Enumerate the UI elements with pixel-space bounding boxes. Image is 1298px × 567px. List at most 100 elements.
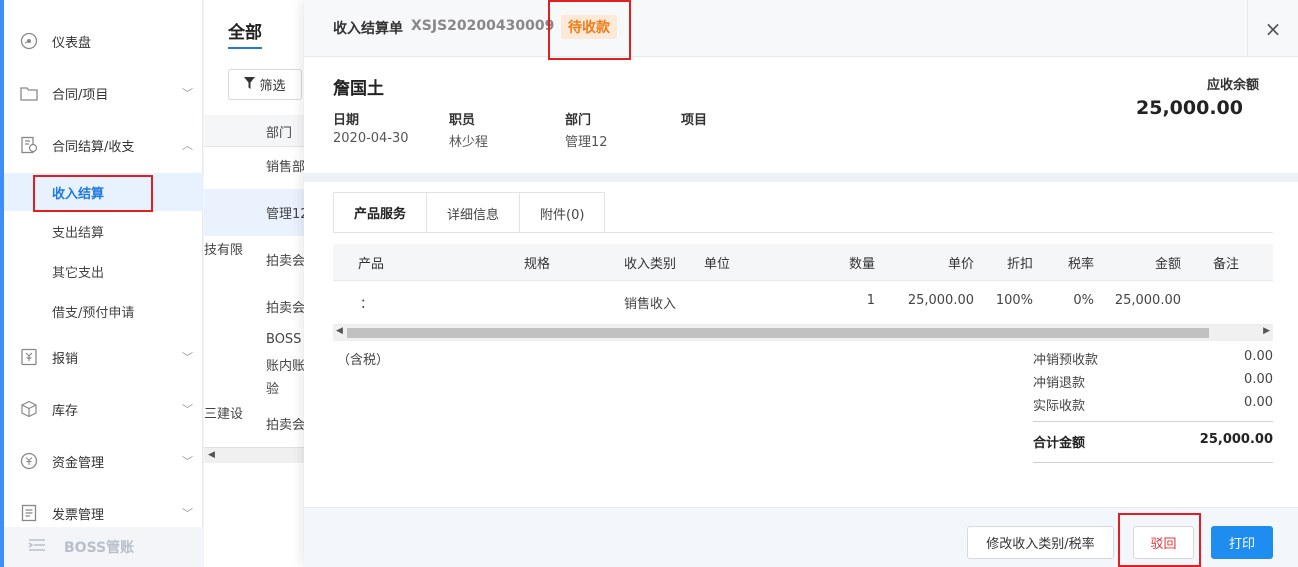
list-horizontal-scrollbar[interactable]: ◀ — [204, 447, 304, 463]
sidebar-item-reimburse[interactable]: 报销 ﹀ — [4, 343, 203, 371]
sidebar-subitem-expense[interactable]: 支出结算 — [4, 212, 203, 250]
list-panel: 全部 筛选 部门 销售部 管理12 拍卖会 拍卖会 BOSS 账内账 验 拍卖会… — [204, 0, 309, 567]
sidebar-item-label: 库存 — [52, 403, 79, 419]
close-button[interactable]: × — [1247, 0, 1298, 57]
chevron-up-icon: ︿ — [182, 139, 193, 152]
section-divider — [304, 173, 1298, 182]
list-cell-fragment: 技有限 — [204, 243, 244, 258]
tab-details[interactable]: 详细信息 — [426, 192, 521, 233]
tab-all[interactable]: 全部 — [228, 18, 262, 43]
filter-button[interactable]: 筛选 — [228, 69, 302, 100]
list-cell[interactable]: 销售部 — [266, 156, 305, 175]
column-header: 金额 — [1154, 257, 1181, 272]
balance-label: 应收余额 — [1206, 78, 1259, 93]
tabs-divider — [333, 232, 1273, 233]
drawer-title: 收入结算单 — [333, 21, 403, 37]
summary-divider — [1033, 421, 1273, 422]
sidebar-item-label: 发票管理 — [52, 507, 105, 523]
sidebar-item-settlement[interactable]: 合同结算/收支 ︿ — [4, 131, 203, 159]
column-header: 备注 — [1213, 257, 1240, 272]
tab-label: 产品服务 — [354, 207, 407, 222]
sidebar-subitem-label: 其它支出 — [52, 265, 105, 281]
settlement-icon — [19, 135, 39, 155]
filter-icon — [244, 76, 256, 93]
cell-tax: 0% — [1073, 293, 1094, 308]
total-value: 25,000.00 — [1199, 432, 1273, 447]
column-header: 收入类别 — [624, 257, 677, 272]
sidebar-item-invoice[interactable]: 发票管理 ﹀ — [4, 499, 203, 527]
tab-label: 附件(0) — [540, 207, 585, 223]
column-header: 折扣 — [1006, 257, 1033, 272]
column-header: 数量 — [848, 257, 875, 272]
sidebar-item-label: 合同/项目 — [52, 87, 109, 103]
tab-products[interactable]: 产品服务 — [333, 192, 428, 233]
list-cell-fragment: 三建设 — [204, 407, 244, 422]
column-header: 税率 — [1067, 257, 1094, 272]
cell-category: 销售收入 — [624, 297, 677, 312]
sidebar-subitem-label: 支出结算 — [52, 225, 105, 241]
field-label-project: 项目 — [681, 113, 708, 128]
dashboard-icon — [19, 31, 39, 51]
scrollbar-thumb[interactable] — [347, 328, 1209, 338]
close-icon: × — [1264, 16, 1282, 41]
sidebar-footer[interactable]: BOSS管账 — [4, 527, 203, 567]
column-header-dept: 部门 — [266, 126, 293, 141]
document-code: XSJS20200430009 — [411, 18, 555, 34]
column-header: 产品 — [358, 257, 385, 272]
scroll-left-arrow-icon[interactable]: ◀ — [336, 326, 343, 336]
field-value-dept: 管理12 — [565, 135, 608, 150]
list-cell[interactable]: 拍卖会 — [266, 250, 305, 269]
column-header: 规格 — [524, 257, 551, 272]
list-cell[interactable]: 管理12 — [266, 203, 309, 222]
summary-value: 0.00 — [1244, 395, 1273, 410]
chevron-down-icon: ﹀ — [182, 455, 193, 468]
sidebar-subitem-other[interactable]: 其它支出 — [4, 252, 203, 290]
balance-value: 25,000.00 — [1136, 97, 1243, 119]
sidebar-item-contract[interactable]: 合同/项目 ﹀ — [4, 79, 203, 107]
summary-label: 冲销退款 — [1033, 376, 1086, 391]
sidebar-subitem-income[interactable]: 收入结算 — [4, 173, 203, 211]
sidebar-subitem-label: 借支/预付申请 — [52, 305, 135, 321]
funds-icon — [19, 451, 39, 471]
table-horizontal-scrollbar[interactable]: ◀ ▶ — [333, 325, 1273, 341]
summary-label: 实际收款 — [1033, 399, 1086, 414]
list-cell[interactable]: 拍卖会 — [266, 414, 305, 433]
cell-qty: 1 — [866, 293, 875, 308]
field-label-dept: 部门 — [565, 113, 592, 128]
footer-brand: BOSS管账 — [64, 540, 135, 556]
sidebar-item-inventory[interactable]: 库存 ﹀ — [4, 395, 203, 423]
field-value-date: 2020-04-30 — [333, 131, 409, 146]
print-button[interactable]: 打印 — [1211, 526, 1273, 559]
total-label: 合计金额 — [1033, 436, 1086, 451]
sidebar-item-label: 资金管理 — [52, 455, 105, 471]
sidebar-item-label: 仪表盘 — [52, 35, 92, 51]
folder-icon — [19, 83, 39, 103]
list-cell[interactable]: 验 — [266, 378, 279, 397]
list-cell[interactable]: 账内账 — [266, 355, 305, 374]
drawer-header: 收入结算单 XSJS20200430009 待收款 × — [304, 0, 1298, 57]
drawer-footer: 修改收入类别/税率 驳回 打印 — [304, 507, 1298, 567]
reject-button[interactable]: 驳回 — [1133, 526, 1194, 559]
tax-included-note: （含税） — [337, 353, 390, 368]
sidebar-item-dashboard[interactable]: 仪表盘 — [4, 27, 203, 55]
list-cell[interactable]: BOSS — [266, 332, 301, 347]
column-header: 单位 — [704, 257, 731, 272]
chevron-down-icon: ﹀ — [182, 87, 193, 100]
cell-product: ： — [360, 297, 374, 312]
chevron-down-icon: ﹀ — [182, 403, 193, 416]
list-cell[interactable]: 拍卖会 — [266, 297, 305, 316]
scroll-right-arrow-icon[interactable]: ▶ — [1263, 326, 1270, 336]
sidebar-item-funds[interactable]: 资金管理 ﹀ — [4, 447, 203, 475]
field-value-staff: 林少程 — [449, 135, 489, 150]
tab-attachments[interactable]: 附件(0) — [519, 192, 606, 233]
scroll-left-arrow-icon[interactable]: ◀ — [208, 450, 215, 460]
summary-divider — [1033, 462, 1273, 463]
document-info: 詹国土 日期 2020-04-30 职员 林少程 部门 管理12 项目 应收余额… — [304, 57, 1298, 173]
cell-price: 25,000.00 — [907, 293, 974, 308]
cell-amount: 25,000.00 — [1114, 293, 1181, 308]
summary-label: 冲销预收款 — [1033, 353, 1099, 368]
field-label-staff: 职员 — [449, 113, 476, 128]
modify-category-tax-button[interactable]: 修改收入类别/税率 — [967, 526, 1114, 559]
chevron-down-icon: ﹀ — [182, 507, 193, 520]
sidebar-subitem-advance[interactable]: 借支/预付申请 — [4, 292, 203, 330]
